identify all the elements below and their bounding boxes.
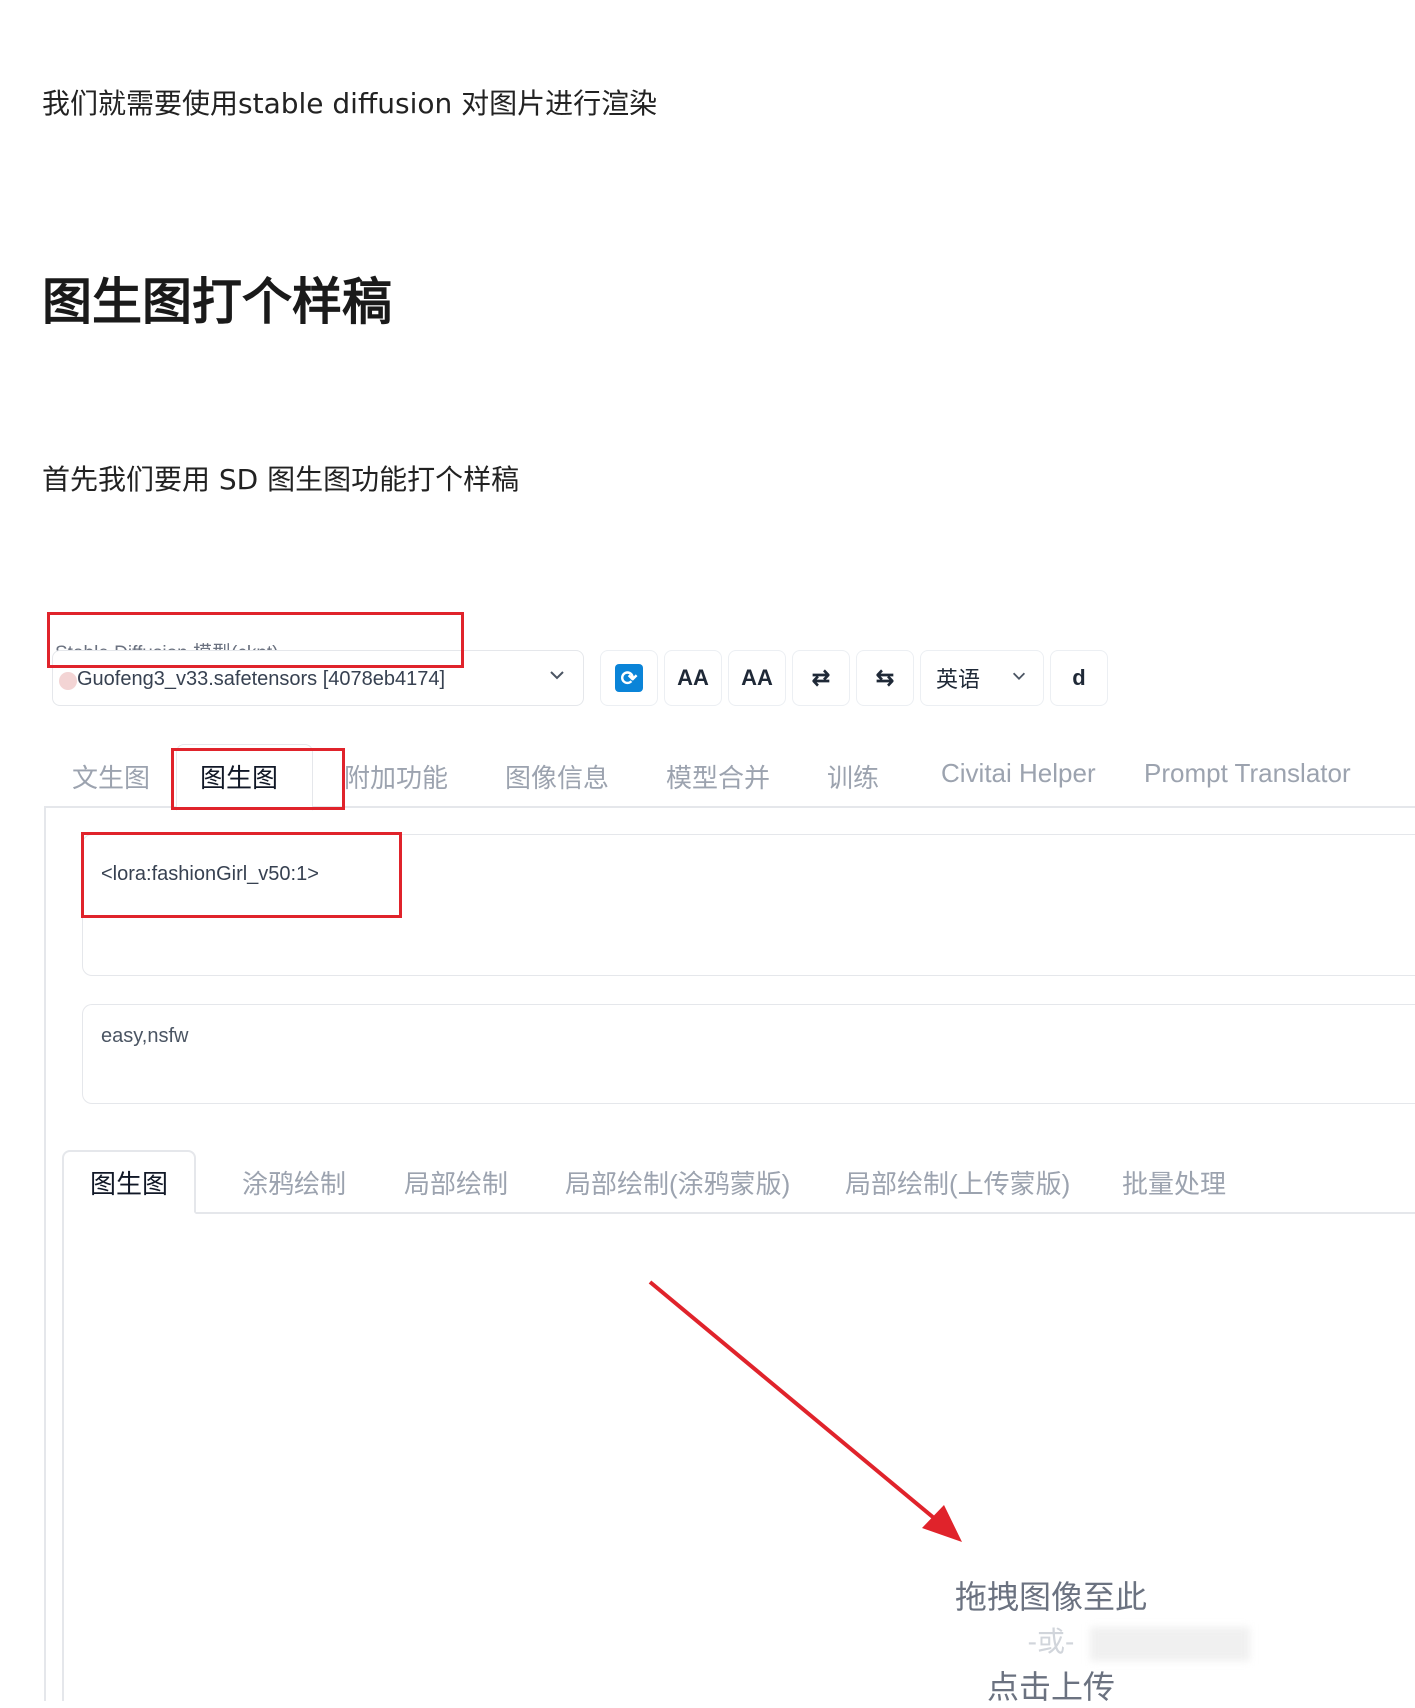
font-size-a-button[interactable]: AA — [664, 650, 722, 706]
font-b-label: AA — [741, 665, 773, 690]
section-heading: 图生图打个样稿 — [42, 273, 392, 331]
sub-tabs: 图生图 涂鸦绘制 局部绘制 局部绘制(涂鸦蒙版) 局部绘制(上传蒙版) 批量处理 — [62, 1150, 1415, 1214]
language-label: 英语 — [935, 667, 980, 692]
webui-screenshot: Stable Diffusion 模型(ckpt) Guofeng3_v33.s… — [0, 612, 1415, 1705]
click-upload-hint: 点击上传 — [986, 1669, 1115, 1705]
toolbar: ⟳ AA AA ⇄ ⇆ 英语 d — [600, 650, 1108, 706]
tab-txt2img[interactable]: 文生图 — [72, 758, 150, 795]
tab-train[interactable]: 训练 — [827, 758, 879, 795]
language-select[interactable]: 英语 — [920, 650, 1044, 706]
watermark-blur — [1090, 1627, 1250, 1661]
positive-prompt-text: <lora:fashionGirl_v50:1> — [101, 863, 319, 885]
subtab-img2img[interactable]: 图生图 — [90, 1164, 168, 1201]
font-a-label: AA — [677, 665, 709, 690]
tab-prompt-translator[interactable]: Prompt Translator — [1144, 758, 1351, 789]
model-select[interactable]: Guofeng3_v33.safetensors [4078eb4174] — [52, 650, 584, 706]
swap-button[interactable]: ⇄ — [792, 650, 850, 706]
swap2-button[interactable]: ⇆ — [856, 650, 914, 706]
tab-png-info[interactable]: 图像信息 — [505, 758, 609, 795]
d-button[interactable]: d — [1050, 650, 1108, 706]
tab-model-merge[interactable]: 模型合并 — [666, 758, 770, 795]
subtab-inpaint-upload[interactable]: 局部绘制(上传蒙版) — [845, 1164, 1070, 1201]
model-status-dot — [59, 672, 77, 690]
model-value: Guofeng3_v33.safetensors [4078eb4174] — [77, 668, 446, 690]
d-label: d — [1072, 665, 1086, 690]
main-tabs: 文生图 图生图 附加功能 图像信息 模型合并 训练 Civitai Helper… — [44, 744, 1415, 811]
tab-extras[interactable]: 附加功能 — [344, 758, 448, 795]
positive-prompt-input[interactable]: <lora:fashionGirl_v50:1> — [82, 834, 1415, 976]
subtab-inpaint[interactable]: 局部绘制 — [404, 1164, 508, 1201]
intro-paragraph: 我们就需要使用stable diffusion 对图片进行渲染 — [42, 87, 658, 120]
swap2-icon: ⇆ — [875, 665, 895, 690]
subtab-batch[interactable]: 批量处理 — [1122, 1164, 1226, 1201]
swap-icon: ⇄ — [811, 665, 831, 690]
sub-paragraph: 首先我们要用 SD 图生图功能打个样稿 — [42, 463, 520, 496]
subtab-inpaint-sketch[interactable]: 局部绘制(涂鸦蒙版) — [565, 1164, 790, 1201]
negative-prompt-text: easy,nsfw — [101, 1025, 189, 1047]
img2img-panel: <lora:fashionGirl_v50:1> easy,nsfw 图生图 涂… — [44, 806, 1415, 1705]
chevron-down-icon — [547, 665, 567, 690]
tab-img2img[interactable]: 图生图 — [200, 758, 278, 795]
refresh-icon: ⟳ — [615, 664, 643, 692]
drop-hint: 拖拽图像至此 — [954, 1579, 1147, 1615]
tab-civitai-helper[interactable]: Civitai Helper — [941, 758, 1096, 789]
chevron-down-icon — [1010, 665, 1028, 691]
negative-prompt-input[interactable]: easy,nsfw — [82, 1004, 1415, 1104]
font-size-b-button[interactable]: AA — [728, 650, 786, 706]
subtab-sketch[interactable]: 涂鸦绘制 — [242, 1164, 346, 1201]
refresh-button[interactable]: ⟳ — [600, 650, 658, 706]
